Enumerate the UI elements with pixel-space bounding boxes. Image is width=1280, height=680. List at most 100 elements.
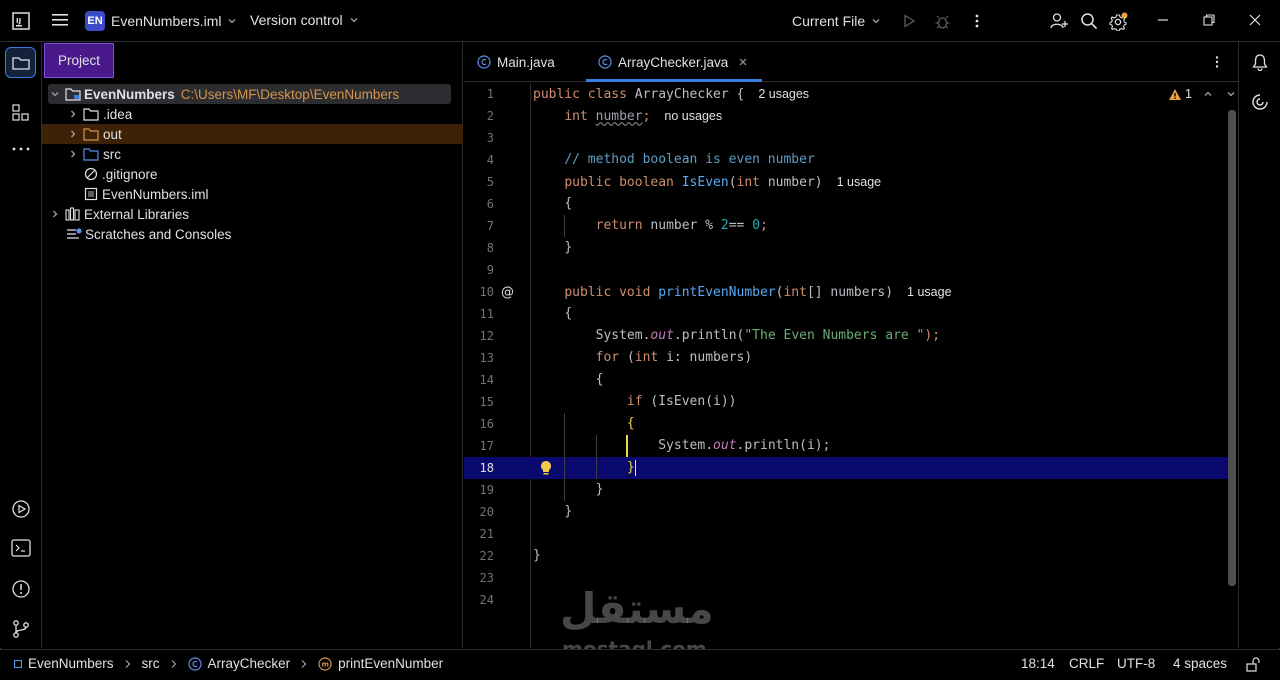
code-line-1[interactable]: public class ArrayChecker {2 usages (533, 83, 809, 105)
file-encoding[interactable]: UTF-8 (1117, 656, 1155, 671)
chevron-down-icon[interactable] (1226, 89, 1236, 99)
unlock-icon[interactable] (1246, 657, 1260, 672)
code-line-7[interactable]: return number % 2== 0; (533, 215, 768, 237)
code-line-13[interactable]: for (int i: numbers) (533, 347, 753, 369)
line-number[interactable]: 4 (464, 149, 494, 171)
code-line-4[interactable]: // method boolean is even number (533, 149, 814, 171)
chevron-right-icon[interactable] (66, 127, 80, 141)
tree-row-src[interactable]: src (42, 144, 463, 164)
ai-assistant-icon[interactable] (1251, 93, 1269, 111)
code-line-11[interactable]: { (533, 303, 572, 325)
tree-row-out[interactable]: out (42, 124, 463, 144)
line-number[interactable]: 21 (464, 523, 494, 545)
chevron-down-icon[interactable] (48, 87, 62, 101)
line-number[interactable]: 9 (464, 259, 494, 281)
breadcrumb-item[interactable]: src (142, 656, 160, 671)
tab-arraychecker-java[interactable]: ArrayChecker.java (598, 42, 748, 82)
line-number[interactable]: 2 (464, 105, 494, 127)
tree-row-scratches[interactable]: Scratches and Consoles (42, 224, 463, 244)
structure-tool-icon[interactable] (12, 104, 30, 122)
line-number[interactable]: 6 (464, 193, 494, 215)
breadcrumb-item[interactable]: ArrayChecker (208, 656, 291, 671)
code-line-20[interactable]: } (533, 501, 572, 523)
notifications-bell-icon[interactable] (1251, 53, 1269, 71)
line-number[interactable]: 1 (464, 83, 494, 105)
app-logo-icon[interactable]: IJ (12, 12, 30, 30)
code-line-10[interactable]: public void printEvenNumber(int[] number… (533, 281, 951, 303)
tab-main-java[interactable]: Main.java (477, 42, 555, 82)
project-tab[interactable]: Project (44, 43, 114, 78)
vertical-scrollbar[interactable] (1228, 110, 1236, 586)
debug-icon[interactable] (934, 13, 951, 30)
project-selector[interactable]: EN EvenNumbers.iml (85, 11, 237, 31)
chevron-up-icon[interactable] (1203, 89, 1213, 99)
tree-row-gitignore[interactable]: .gitignore (42, 164, 463, 184)
usages-hint[interactable]: 1 usage (837, 175, 881, 189)
line-ending[interactable]: CRLF (1069, 656, 1104, 671)
code-line-6[interactable]: { (533, 193, 572, 215)
implements-icon[interactable]: @ (501, 285, 514, 300)
tree-row-root[interactable]: EvenNumbers C:\Users\MF\Desktop\EvenNumb… (42, 84, 463, 104)
terminal-tool-icon[interactable] (11, 539, 31, 557)
line-number[interactable]: 22 (464, 545, 494, 567)
code-line-19[interactable]: } (533, 479, 604, 501)
settings-gear-icon[interactable] (1109, 11, 1129, 31)
code-line-5[interactable]: public boolean IsEven(int number) 1 usage (533, 171, 881, 193)
line-number[interactable]: 3 (464, 127, 494, 149)
line-number[interactable]: 17 (464, 435, 494, 457)
run-config-selector[interactable]: Current File (792, 13, 881, 29)
add-user-icon[interactable] (1050, 12, 1069, 30)
tab-options-icon[interactable] (1212, 55, 1222, 69)
line-number[interactable]: 12 (464, 325, 494, 347)
usages-hint[interactable]: no usages (664, 109, 722, 123)
breadcrumb-item[interactable]: printEvenNumber (338, 656, 443, 671)
line-number[interactable]: 13 (464, 347, 494, 369)
more-tools-icon[interactable] (12, 146, 30, 152)
line-number[interactable]: 15 (464, 391, 494, 413)
indent-setting[interactable]: 4 spaces (1173, 656, 1227, 671)
line-number[interactable]: 10 (464, 281, 494, 303)
chevron-right-icon[interactable] (66, 107, 80, 121)
line-number[interactable]: 20 (464, 501, 494, 523)
more-actions-icon[interactable] (970, 13, 984, 29)
usages-hint[interactable]: 2 usages (758, 87, 809, 101)
breadcrumb-item[interactable]: EvenNumbers (28, 656, 114, 671)
line-number[interactable]: 16 (464, 413, 494, 435)
problems-tool-icon[interactable] (11, 579, 31, 599)
tree-row-idea[interactable]: .idea (42, 104, 463, 124)
line-number[interactable]: 11 (464, 303, 494, 325)
line-number[interactable]: 18 (464, 457, 494, 479)
code-line-15[interactable]: if (IsEven(i)) (533, 391, 737, 413)
line-number[interactable]: 8 (464, 237, 494, 259)
run-icon[interactable] (901, 13, 917, 29)
project-tool-icon[interactable] (5, 47, 36, 78)
code-line-22[interactable]: } (533, 545, 541, 567)
close-window-icon[interactable] (1248, 13, 1262, 27)
restore-icon[interactable] (1202, 13, 1216, 27)
code-line-18[interactable]: } (533, 457, 637, 479)
line-number[interactable]: 19 (464, 479, 494, 501)
vcs-selector[interactable]: Version control (250, 12, 359, 28)
main-menu-icon[interactable] (51, 12, 69, 28)
code-line-12[interactable]: System.out.println("The Even Numbers are… (533, 325, 940, 347)
line-number[interactable]: 7 (464, 215, 494, 237)
chevron-right-icon[interactable] (48, 207, 62, 221)
line-number[interactable]: 14 (464, 369, 494, 391)
tree-row-iml[interactable]: EvenNumbers.iml (42, 184, 463, 204)
code-line-16[interactable]: { (533, 413, 635, 435)
code-line-2[interactable]: int number; no usages (533, 105, 722, 127)
line-number[interactable]: 24 (464, 589, 494, 611)
chevron-right-icon[interactable] (66, 147, 80, 161)
usages-hint[interactable]: 1 usage (907, 285, 951, 299)
git-tool-icon[interactable] (11, 619, 31, 639)
line-number[interactable]: 5 (464, 171, 494, 193)
code-line-8[interactable]: } (533, 237, 572, 259)
close-tab-icon[interactable] (738, 57, 748, 67)
search-icon[interactable] (1080, 12, 1098, 30)
minimize-icon[interactable] (1156, 13, 1170, 27)
tree-row-external-libraries[interactable]: External Libraries (42, 204, 463, 224)
inspection-widget[interactable]: 1 (1168, 87, 1236, 101)
code-line-14[interactable]: { (533, 369, 604, 391)
run-tool-icon[interactable] (11, 499, 31, 519)
code-line-17[interactable]: System.out.println(i); (533, 435, 830, 457)
